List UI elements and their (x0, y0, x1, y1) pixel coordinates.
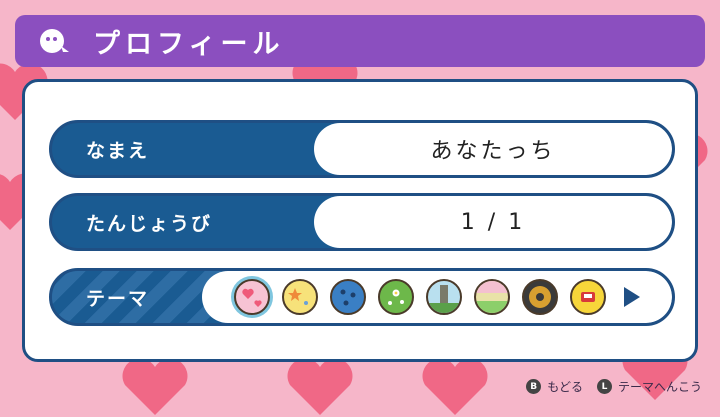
space-theme-icon[interactable] (522, 279, 558, 315)
theme-row[interactable]: テーマ (49, 268, 675, 326)
header-bar: プロフィール (15, 15, 705, 67)
forest-theme-icon[interactable] (426, 279, 462, 315)
heart-decoration (122, 358, 188, 415)
birthday-label: たんじょうび (86, 212, 213, 235)
theme-change-hint[interactable]: テーマへんこう (618, 378, 702, 395)
flowers-theme-icon[interactable] (378, 279, 414, 315)
theme-label: テーマ (86, 287, 150, 310)
toy-theme-icon[interactable] (570, 279, 606, 315)
tamagotchi-icon (40, 29, 69, 53)
birthday-row[interactable]: たんじょうび 1 / 1 (49, 193, 675, 251)
name-value[interactable]: あなたっち (314, 123, 672, 175)
profile-panel: なまえ あなたっち たんじょうび 1 / 1 テーマ (22, 79, 698, 362)
hearts-theme-icon[interactable] (234, 279, 270, 315)
stars-theme-icon[interactable] (282, 279, 318, 315)
heart-decoration (287, 358, 353, 415)
next-arrow-icon[interactable] (624, 287, 640, 307)
page-title: プロフィール (93, 28, 285, 60)
b-button-icon: B (526, 379, 542, 394)
l-button-icon: L (596, 379, 612, 394)
back-hint[interactable]: もどる (547, 378, 583, 395)
birthday-value[interactable]: 1 / 1 (314, 196, 672, 248)
theme-selector[interactable] (202, 271, 672, 323)
name-label: なまえ (86, 139, 150, 162)
dots-theme-icon[interactable] (330, 279, 366, 315)
heart-decoration (422, 358, 488, 415)
name-row[interactable]: なまえ あなたっち (49, 120, 675, 178)
footer-hints: B もどる L テーマへんこう (526, 378, 702, 395)
meadow-theme-icon[interactable] (474, 279, 510, 315)
